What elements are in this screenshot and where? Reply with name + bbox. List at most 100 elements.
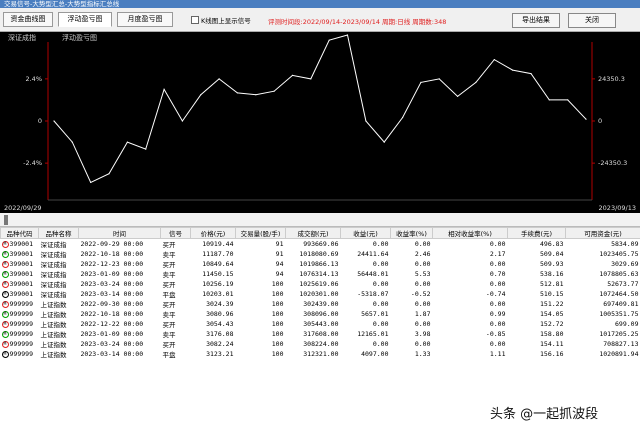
cell-fee: 154.11 xyxy=(540,340,564,348)
cell-fee: 509.04 xyxy=(540,250,564,258)
pnl-point xyxy=(163,88,165,90)
column-header[interactable]: 品种名称 xyxy=(38,227,79,239)
pnl-point xyxy=(53,120,55,122)
column-header[interactable]: 品种代码 xyxy=(0,227,39,239)
cell-signal: 买开 xyxy=(162,301,176,309)
cell-name: 深证成指 xyxy=(40,241,67,249)
cell-rel: 2.17 xyxy=(489,250,506,258)
pnl-point xyxy=(200,94,202,96)
column-header[interactable]: 时间 xyxy=(78,227,161,239)
scrollbar-thumb[interactable] xyxy=(4,215,8,225)
column-header[interactable]: 收益(元) xyxy=(340,227,391,239)
cell-avail: 699.09 xyxy=(615,320,639,328)
show-signals-checkbox[interactable] xyxy=(191,16,199,24)
pnl-point xyxy=(438,78,440,80)
cell-rate: 3.98 xyxy=(414,330,431,338)
cell-price: 10203.01 xyxy=(202,290,234,298)
table-row[interactable]: M 399001 深证成指 2022-10-18 00:00 卖平 11187.70 91 1… xyxy=(1,249,640,259)
column-header[interactable]: 可用资金(元) xyxy=(565,227,640,239)
cell-rel: 0.70 xyxy=(489,270,506,278)
cell-fee: 152.72 xyxy=(540,320,564,328)
cell-rate: 1.87 xyxy=(414,310,431,318)
cell-name: 上证指数 xyxy=(40,301,67,309)
cell-profit: -5318.07 xyxy=(357,290,389,298)
column-header[interactable]: 信号 xyxy=(160,227,191,239)
cell-signal: 买开 xyxy=(162,281,176,289)
code-text: 399001 xyxy=(9,290,33,298)
column-header[interactable]: 相对收益率(%) xyxy=(432,227,508,239)
cell-name: 深证成指 xyxy=(40,251,67,259)
legend-series-a: 深证成指 xyxy=(8,33,36,42)
table-row[interactable]: M 399001 深证成指 2022-12-23 00:00 买开 10849.64 94 1… xyxy=(1,259,640,269)
table-row[interactable]: M 999999 上证指数 2022-12-22 00:00 买开 3054.43 100 3… xyxy=(1,319,640,329)
cell-amount: 308096.00 xyxy=(303,310,339,318)
chart-svg: 深证成指 浮动盈亏图 2.4% 24350.3 0 0 -2.4% -24350.3 2022/… xyxy=(4,33,636,212)
cell-profit: 0.00 xyxy=(372,280,389,288)
column-header[interactable]: 手续费(元) xyxy=(507,227,566,239)
cell-rate: 0.00 xyxy=(414,280,431,288)
cell-time: 2022-10-18 00:00 xyxy=(80,250,144,258)
table-row[interactable]: M 399001 深证成指 2023-03-24 00:00 买开 10256.19 100… xyxy=(1,279,640,289)
cell-rel: 0.00 xyxy=(489,300,506,308)
cell-code: M 399001 xyxy=(1,279,39,289)
cell-time: 2023-01-09 00:00 xyxy=(80,330,144,338)
cell-fee: 158.80 xyxy=(540,330,564,338)
window-title: 交易信号-大势型汇总-大势型指标汇总线 xyxy=(0,0,640,8)
cell-fee: 496.83 xyxy=(540,240,564,248)
cell-name: 上证指数 xyxy=(40,331,67,339)
export-button[interactable]: 导出结果 xyxy=(512,13,560,28)
cell-qty: 100 xyxy=(271,300,284,308)
cell-amount: 1018080.69 xyxy=(299,250,339,258)
column-header[interactable]: 成交额(元) xyxy=(285,227,341,239)
cell-time: 2022-09-29 00:00 xyxy=(80,240,144,248)
cell-code: M 999999 xyxy=(1,339,39,349)
table-row[interactable]: M 399001 深证成指 2023-01-09 00:00 卖平 11450.15 94 1… xyxy=(1,269,640,279)
cell-price: 3176.08 xyxy=(206,330,234,338)
cell-avail: 52673.77 xyxy=(607,280,639,288)
column-header[interactable]: 交易量(股/手) xyxy=(235,227,286,239)
cell-time: 2023-03-24 00:00 xyxy=(80,340,144,348)
cell-rel: 0.00 xyxy=(489,320,506,328)
cell-rel: 0.00 xyxy=(489,340,506,348)
table-row[interactable]: M 999999 上证指数 2023-03-14 00:00 平盘 3123.21 100 3… xyxy=(1,349,640,359)
table-row[interactable]: M 999999 上证指数 2022-09-30 00:00 买开 3024.39 100 3… xyxy=(1,299,640,309)
tab-floating-pnl[interactable]: 浮动盈亏图 xyxy=(58,12,112,27)
cell-profit: 4097.00 xyxy=(361,350,389,358)
cell-avail: 1020891.94 xyxy=(599,350,639,358)
cell-profit: 0.00 xyxy=(372,240,389,248)
pnl-point xyxy=(71,141,73,143)
cell-amount: 302439.00 xyxy=(303,300,339,308)
cell-amount: 1020301.00 xyxy=(299,290,339,298)
table-row[interactable]: M 999999 上证指数 2023-03-24 00:00 买开 3082.24 100 3… xyxy=(1,339,640,349)
code-text: 999999 xyxy=(9,310,33,318)
column-header[interactable]: 收益率(%) xyxy=(390,227,433,239)
pnl-point xyxy=(457,95,459,97)
cell-profit: 0.00 xyxy=(372,300,389,308)
table-row[interactable]: M 999999 上证指数 2022-10-18 00:00 卖平 3080.96 100 3… xyxy=(1,309,640,319)
table-row[interactable]: M 399001 深证成指 2023-03-14 00:00 平盘 10203.01 100… xyxy=(1,289,640,299)
range-info: 评测时间段:2022/09/14-2023/09/14 周期:日线 周期数:34… xyxy=(268,18,447,26)
tab-monthly-pnl[interactable]: 月度盈亏图 xyxy=(117,12,173,27)
table-row[interactable]: M 999999 上证指数 2023-01-09 00:00 卖平 3176.08 100 3… xyxy=(1,329,640,339)
chart-scrollbar[interactable] xyxy=(0,213,640,227)
right-tick-label: 0 xyxy=(598,117,602,125)
cell-avail: 1017205.25 xyxy=(599,330,639,338)
cell-rel: 0.00 xyxy=(489,240,506,248)
market-icon: M xyxy=(1,260,9,268)
cell-signal: 买开 xyxy=(162,261,176,269)
cell-code: M 399001 xyxy=(1,239,39,250)
cell-rate: 0.00 xyxy=(414,300,431,308)
cell-amount: 993669.06 xyxy=(303,240,339,248)
market-icon: M xyxy=(1,320,9,328)
cell-avail: 5834.09 xyxy=(611,240,639,248)
cell-rel: 1.11 xyxy=(489,350,506,358)
column-header[interactable]: 价格(元) xyxy=(190,227,236,239)
cell-fee: 538.16 xyxy=(540,270,564,278)
pnl-point xyxy=(567,99,569,101)
close-button[interactable]: 关闭 xyxy=(568,13,616,28)
tab-equity-curve[interactable]: 资金曲线图 xyxy=(3,12,53,27)
table-row[interactable]: M 399001 深证成指 2022-09-29 00:00 买开 10919.44 91 9… xyxy=(1,239,640,250)
code-text: 999999 xyxy=(9,350,33,358)
market-icon: M xyxy=(1,340,9,348)
cell-qty: 91 xyxy=(275,250,284,258)
